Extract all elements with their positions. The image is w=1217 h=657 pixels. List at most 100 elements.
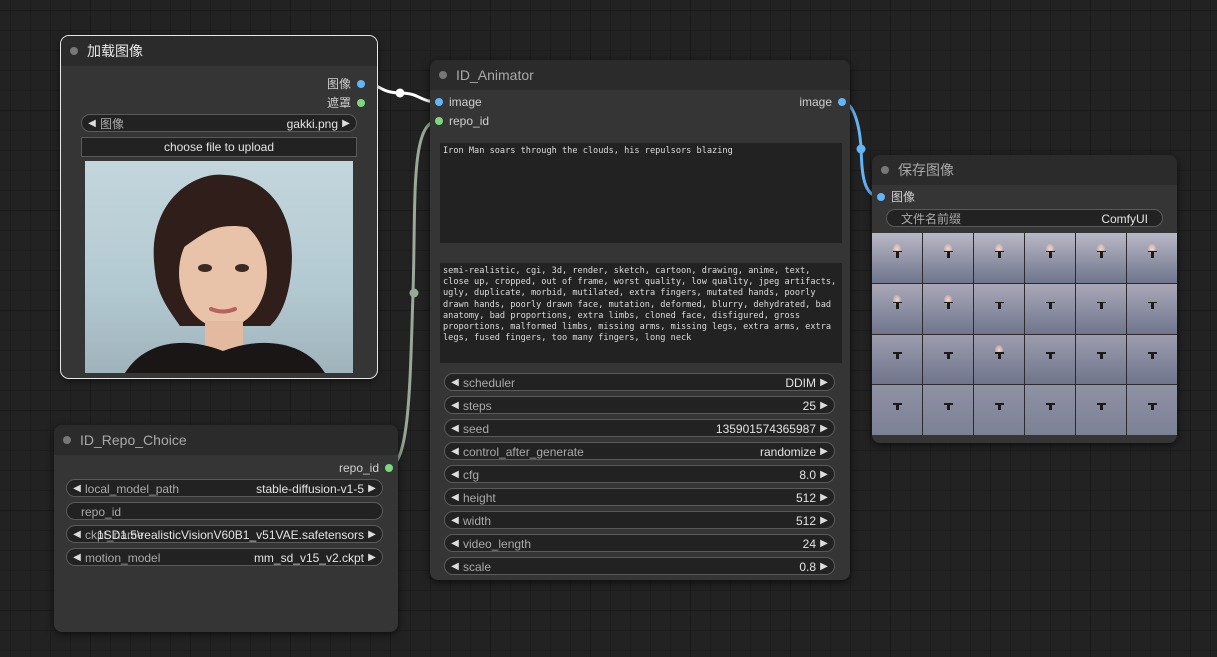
next-arrow-icon[interactable]: ▶ (366, 549, 378, 567)
motion-model-widget[interactable]: ◀ motion_model mm_sd_v15_v2.ckpt ▶ (66, 548, 383, 566)
video-length-widget[interactable]: ◀ video_length 24 ▶ (444, 534, 835, 552)
prev-arrow-icon[interactable]: ◀ (71, 480, 83, 498)
input-dot[interactable] (877, 193, 885, 201)
prev-arrow-icon[interactable]: ◀ (449, 397, 461, 415)
prev-arrow-icon[interactable]: ◀ (449, 512, 461, 530)
output-frame-thumbnail[interactable] (1025, 334, 1075, 385)
filename-prefix-widget[interactable]: 文件名前缀 ComfyUI (886, 209, 1163, 227)
prev-arrow-icon[interactable]: ◀ (449, 558, 461, 576)
prev-arrow-icon[interactable]: ◀ (449, 374, 461, 392)
node-collapse-dot[interactable] (439, 71, 447, 79)
output-frame-thumbnail[interactable] (872, 283, 922, 334)
id-animator-node[interactable]: ID_Animator image repo_id image Iron Man… (430, 60, 850, 580)
prev-arrow-icon[interactable]: ◀ (86, 115, 98, 133)
output-image-slot[interactable]: image (726, 94, 846, 110)
figure-silhouette (1097, 301, 1106, 309)
load-image-node[interactable]: 加载图像 图像 遮罩 ◀ 图像 gakki.png ▶ choose file … (60, 35, 378, 379)
next-arrow-icon[interactable]: ▶ (818, 558, 830, 576)
output-mask-slot[interactable]: 遮罩 (285, 95, 365, 111)
prev-arrow-icon[interactable]: ◀ (449, 443, 461, 461)
local-model-path-widget[interactable]: ◀ local_model_path stable-diffusion-v1-5… (66, 479, 383, 497)
positive-prompt-textarea[interactable]: Iron Man soars through the clouds, his r… (440, 143, 842, 243)
repo-choice-title-bar[interactable]: ID_Repo_Choice (54, 425, 398, 455)
input-dot[interactable] (435, 117, 443, 125)
output-frame-thumbnail[interactable] (872, 334, 922, 385)
output-repo-id-slot[interactable]: repo_id (273, 460, 393, 476)
repo-id-widget[interactable]: repo_id (66, 502, 383, 520)
next-arrow-icon[interactable]: ▶ (366, 480, 378, 498)
input-image-slot[interactable]: 图像 (877, 189, 997, 205)
scheduler-widget[interactable]: ◀ scheduler DDIM ▶ (444, 373, 835, 391)
output-frame-thumbnail[interactable] (1127, 233, 1177, 283)
output-frame-thumbnail[interactable] (974, 233, 1024, 283)
output-frame-thumbnail[interactable] (1076, 334, 1126, 385)
output-frame-thumbnail[interactable] (974, 334, 1024, 385)
figure-silhouette (1046, 301, 1055, 309)
id-repo-choice-node[interactable]: ID_Repo_Choice repo_id ◀ local_model_pat… (54, 425, 398, 632)
cfg-widget[interactable]: ◀ cfg 8.0 ▶ (444, 465, 835, 483)
height-widget[interactable]: ◀ height 512 ▶ (444, 488, 835, 506)
output-frame-thumbnail[interactable] (1025, 233, 1075, 283)
output-frame-thumbnail[interactable] (1076, 283, 1126, 334)
slot-label: repo_id (338, 461, 379, 475)
output-frame-thumbnail[interactable] (1127, 283, 1177, 334)
input-dot[interactable] (435, 98, 443, 106)
figure-silhouette (1046, 250, 1055, 258)
next-arrow-icon[interactable]: ▶ (818, 420, 830, 438)
output-dot[interactable] (357, 99, 365, 107)
output-frame-thumbnail[interactable] (1076, 233, 1126, 283)
output-dot[interactable] (385, 464, 393, 472)
output-frame-thumbnail[interactable] (1076, 385, 1126, 435)
output-frame-thumbnail[interactable] (1127, 385, 1177, 435)
prev-arrow-icon[interactable]: ◀ (71, 549, 83, 567)
animator-title-bar[interactable]: ID_Animator (430, 60, 850, 90)
width-widget[interactable]: ◀ width 512 ▶ (444, 511, 835, 529)
seed-widget[interactable]: ◀ seed 135901574365987 ▶ (444, 419, 835, 437)
next-arrow-icon[interactable]: ▶ (818, 397, 830, 415)
output-frame-thumbnail[interactable] (872, 233, 922, 283)
output-frame-thumbnail[interactable] (923, 334, 973, 385)
prev-arrow-icon[interactable]: ◀ (449, 535, 461, 553)
ckpt-name-widget[interactable]: ◀ ckpt_name 1SD1.5\realisticVisionV60B1_… (66, 525, 383, 543)
next-arrow-icon[interactable]: ▶ (818, 443, 830, 461)
scale-widget[interactable]: ◀ scale 0.8 ▶ (444, 557, 835, 575)
next-arrow-icon[interactable]: ▶ (818, 512, 830, 530)
output-dot[interactable] (838, 98, 846, 106)
prev-arrow-icon[interactable]: ◀ (449, 466, 461, 484)
steps-widget[interactable]: ◀ steps 25 ▶ (444, 396, 835, 414)
output-frame-thumbnail[interactable] (974, 385, 1024, 435)
output-frame-thumbnail[interactable] (974, 283, 1024, 334)
next-arrow-icon[interactable]: ▶ (340, 115, 352, 133)
next-arrow-icon[interactable]: ▶ (818, 489, 830, 507)
save-image-node[interactable]: 保存图像 图像 文件名前缀 ComfyUI (872, 155, 1177, 443)
node-collapse-dot[interactable] (63, 436, 71, 444)
node-collapse-dot[interactable] (881, 166, 889, 174)
output-frame-thumbnail[interactable] (1025, 283, 1075, 334)
next-arrow-icon[interactable]: ▶ (366, 526, 378, 544)
output-frame-thumbnail[interactable] (923, 283, 973, 334)
input-image-slot[interactable]: image (435, 94, 555, 110)
output-frame-thumbnail[interactable] (923, 385, 973, 435)
next-arrow-icon[interactable]: ▶ (818, 466, 830, 484)
output-image-slot[interactable]: 图像 (285, 76, 365, 92)
next-arrow-icon[interactable]: ▶ (818, 535, 830, 553)
output-frame-thumbnail[interactable] (1127, 334, 1177, 385)
output-dot[interactable] (357, 80, 365, 88)
input-repo-id-slot[interactable]: repo_id (435, 113, 555, 129)
output-frame-thumbnail[interactable] (872, 385, 922, 435)
image-select-widget[interactable]: ◀ 图像 gakki.png ▶ (81, 114, 357, 132)
widget-value: 0.8 (799, 560, 816, 574)
upload-button[interactable]: choose file to upload (81, 137, 357, 157)
node-collapse-dot[interactable] (70, 47, 78, 55)
output-frame-thumbnail[interactable] (923, 233, 973, 283)
save-image-title-bar[interactable]: 保存图像 (872, 155, 1177, 185)
prev-arrow-icon[interactable]: ◀ (449, 420, 461, 438)
negative-prompt-textarea[interactable]: semi-realistic, cgi, 3d, render, sketch,… (440, 263, 842, 363)
load-image-title-bar[interactable]: 加载图像 (61, 36, 377, 66)
prev-arrow-icon[interactable]: ◀ (449, 489, 461, 507)
control-after-generate-widget[interactable]: ◀ control_after_generate randomize ▶ (444, 442, 835, 460)
next-arrow-icon[interactable]: ▶ (818, 374, 830, 392)
widget-label: cfg (463, 468, 480, 482)
prev-arrow-icon[interactable]: ◀ (71, 526, 83, 544)
output-frame-thumbnail[interactable] (1025, 385, 1075, 435)
